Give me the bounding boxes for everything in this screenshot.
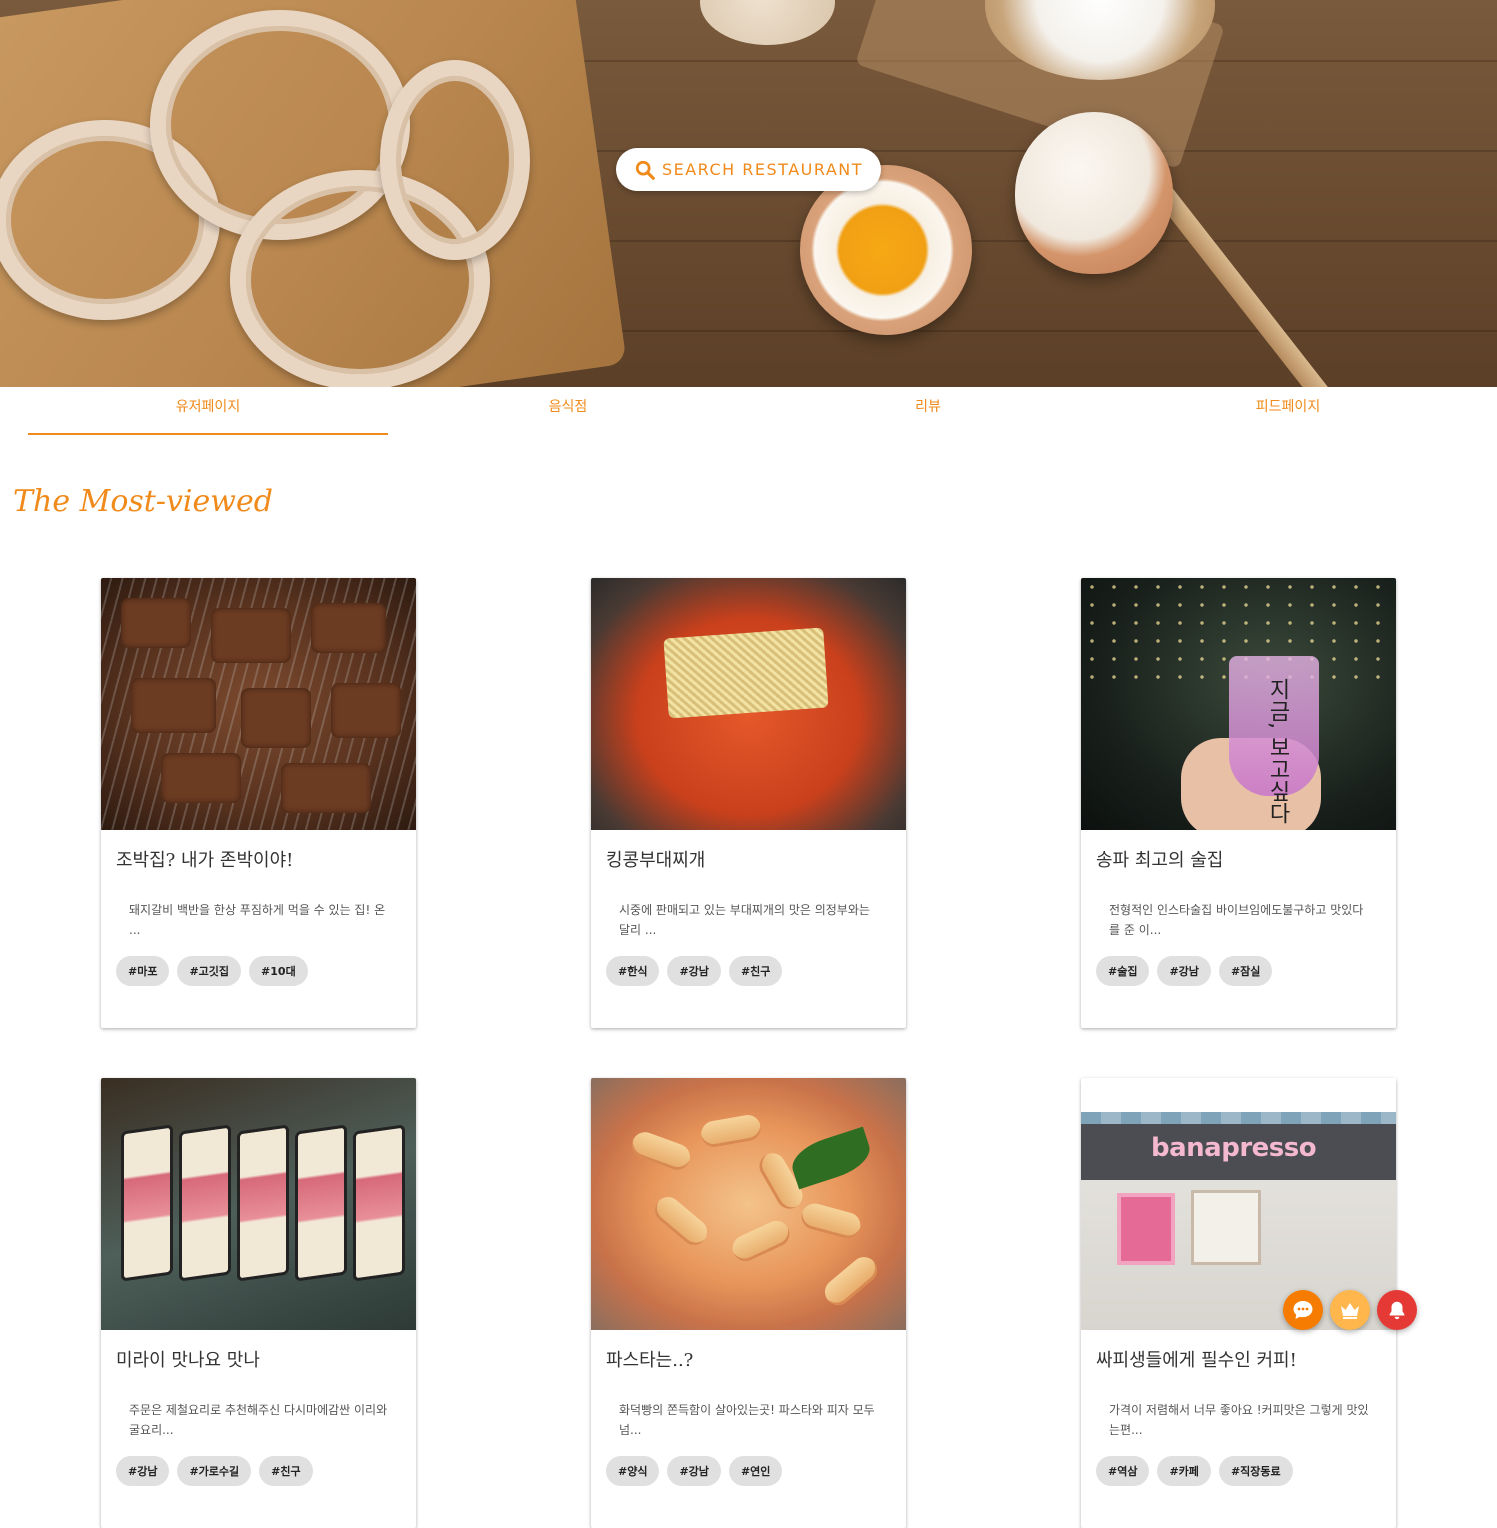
tag-chip[interactable]: #술집 — [1096, 956, 1150, 986]
tab-reviews[interactable]: 리뷰 — [748, 387, 1108, 435]
tag-chip[interactable]: #강남 — [667, 1456, 721, 1486]
restaurant-card[interactable]: 미라이 맛나요 맛나 주문은 제철요리로 추천해주신 다시마에감싼 이리와 굴요… — [101, 1078, 416, 1528]
tag-chip[interactable]: #강남 — [667, 956, 721, 986]
card-tags: #술집 #강남 #잠실 — [1096, 956, 1273, 986]
card-description: 가격이 저렴해서 너무 좋아요 !커피맛은 그렇게 맛있는편... — [1109, 1403, 1369, 1437]
chat-button[interactable] — [1283, 1290, 1323, 1330]
card-title: 송파 최고의 술집 — [1096, 850, 1224, 871]
card-image-army-stew — [591, 578, 906, 830]
card-image-cocktail-glass: 지금, 보고싶다 — [1081, 578, 1396, 830]
card-title: 미라이 맛나요 맛나 — [116, 1350, 260, 1371]
search-icon — [635, 160, 655, 180]
glass-label: 지금, 보고싶다 — [1265, 678, 1290, 824]
card-tags: #양식 #강남 #연인 — [606, 1456, 783, 1486]
card-tags: #강남 #가로수길 #친구 — [116, 1456, 313, 1486]
tab-restaurants[interactable]: 음식점 — [388, 387, 748, 435]
restaurant-card[interactable]: 킹콩부대찌개 시중에 판매되고 있는 부대찌개의 맛은 의정부와는 달리 ...… — [591, 578, 906, 1028]
card-image-grilled-meat — [101, 578, 416, 830]
ranking-button[interactable] — [1330, 1290, 1370, 1330]
card-title: 조박집? 내가 존박이야! — [116, 850, 294, 871]
card-title: 싸피생들에게 필수인 커피! — [1096, 1350, 1297, 1371]
card-tags: #한식 #강남 #친구 — [606, 956, 783, 986]
cafe-sign: banapresso — [1151, 1133, 1317, 1163]
bell-icon — [1389, 1301, 1405, 1320]
card-description: 돼지갈비 백반을 한상 푸짐하게 먹을 수 있는 집! 온 ... — [129, 903, 386, 937]
card-title: 파스타는..? — [606, 1350, 694, 1371]
search-restaurant-button[interactable]: SEARCH RESTAURANT — [616, 148, 881, 191]
hero-banner: SEARCH RESTAURANT — [0, 0, 1497, 387]
tag-chip[interactable]: #강남 — [116, 1456, 170, 1486]
card-description: 전형적인 인스타술집 바이브임에도불구하고 맛있다를 준 이... — [1109, 903, 1364, 937]
card-image-fish-sandwich — [101, 1078, 416, 1330]
tag-chip[interactable]: #10대 — [249, 956, 308, 986]
crown-icon — [1341, 1303, 1359, 1319]
tag-chip[interactable]: #한식 — [606, 956, 660, 986]
tab-feed-page[interactable]: 피드페이지 — [1108, 387, 1468, 435]
tag-chip[interactable]: #강남 — [1157, 956, 1211, 986]
chat-icon — [1293, 1301, 1313, 1319]
tab-user-page[interactable]: 유저페이지 — [28, 387, 388, 435]
search-label: SEARCH RESTAURANT — [661, 160, 864, 179]
card-tags: #마포 #고깃집 #10대 — [116, 956, 308, 986]
section-title: The Most-viewed — [13, 484, 273, 519]
tag-chip[interactable]: #카페 — [1157, 1456, 1211, 1486]
card-description: 주문은 제철요리로 추천해주신 다시마에감싼 이리와 굴요리... — [129, 1403, 388, 1437]
notification-button[interactable] — [1377, 1290, 1417, 1330]
tag-chip[interactable]: #친구 — [728, 956, 783, 986]
tag-chip[interactable]: #친구 — [259, 1456, 313, 1486]
main-tabs: 유저페이지 음식점 리뷰 피드페이지 — [28, 387, 1468, 435]
tag-chip[interactable]: #마포 — [116, 956, 170, 986]
tag-chip[interactable]: #직장동료 — [1218, 1456, 1293, 1486]
tag-chip[interactable]: #연인 — [728, 1456, 783, 1486]
restaurant-card[interactable]: 조박집? 내가 존박이야! 돼지갈비 백반을 한상 푸짐하게 먹을 수 있는 집… — [101, 578, 416, 1028]
tag-chip[interactable]: #양식 — [606, 1456, 660, 1486]
restaurant-card[interactable]: 지금, 보고싶다 송파 최고의 술집 전형적인 인스타술집 바이브임에도불구하고… — [1081, 578, 1396, 1028]
card-description: 시중에 판매되고 있는 부대찌개의 맛은 의정부와는 달리 ... — [619, 903, 870, 937]
card-description: 화덕빵의 쫀득함이 살아있는곳! 파스타와 피자 모두 넘... — [619, 1403, 875, 1437]
card-title: 킹콩부대찌개 — [606, 850, 706, 871]
tag-chip[interactable]: #고깃집 — [177, 956, 242, 986]
restaurant-card[interactable]: 파스타는..? 화덕빵의 쫀득함이 살아있는곳! 파스타와 피자 모두 넘...… — [591, 1078, 906, 1528]
egg-shell-half — [1015, 112, 1173, 274]
tag-chip[interactable]: #가로수길 — [177, 1456, 252, 1486]
tag-chip[interactable]: #역삼 — [1096, 1456, 1150, 1486]
card-image-baked-pasta — [591, 1078, 906, 1330]
card-tags: #역삼 #카페 #직장동료 — [1096, 1456, 1293, 1486]
tag-chip[interactable]: #잠실 — [1218, 956, 1273, 986]
